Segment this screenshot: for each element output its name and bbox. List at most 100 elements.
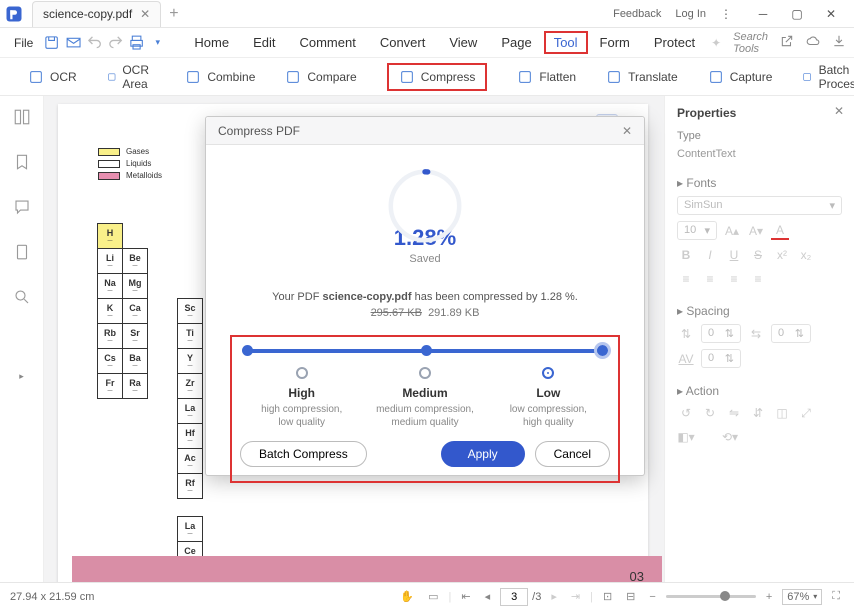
option-low[interactable]: Lowlow compression,high quality <box>487 367 610 429</box>
redo-icon[interactable] <box>107 32 124 54</box>
tab-close-icon[interactable]: ✕ <box>140 7 150 21</box>
zoom-value[interactable]: 67%▾ <box>782 589 822 605</box>
crop-icon[interactable]: ◫ <box>773 404 791 422</box>
print-icon[interactable] <box>128 32 145 54</box>
page-input[interactable] <box>500 588 528 606</box>
spacing-3[interactable]: 0⇅ <box>701 349 741 368</box>
saved-label: Saved <box>226 253 624 265</box>
maximize-button[interactable]: ▢ <box>780 0 814 28</box>
next-page-icon[interactable]: ▸ <box>547 590 561 603</box>
tool-compress[interactable]: Compress <box>387 63 488 91</box>
underline-icon[interactable]: U <box>725 246 743 264</box>
menu-tab-protect[interactable]: Protect <box>642 31 707 54</box>
expand-rail-icon[interactable]: ▸ <box>19 371 24 382</box>
status-bar: 27.94 x 21.59 cm ✋ ▭ | ⇤ ◂ /3 ▸ ⇥ | ⊡ ⊟ … <box>0 582 854 610</box>
print-dropdown-icon[interactable]: ▾ <box>149 32 166 54</box>
zoom-out-icon[interactable]: − <box>645 591 659 603</box>
file-menu[interactable]: File <box>8 34 39 52</box>
menu-tab-edit[interactable]: Edit <box>241 31 287 54</box>
tool-batch-process[interactable]: Batch Process <box>802 63 854 91</box>
flip-h-icon[interactable]: ⇋ <box>725 404 743 422</box>
tool-capture[interactable]: Capture <box>708 69 773 85</box>
thumbnails-icon[interactable] <box>13 108 31 129</box>
fit-page-icon[interactable]: ⊟ <box>622 590 639 603</box>
menu-tab-comment[interactable]: Comment <box>287 31 367 54</box>
option-high[interactable]: Highhigh compression,low quality <box>240 367 363 429</box>
close-properties-icon[interactable]: ✕ <box>834 104 844 118</box>
menu-tab-form[interactable]: Form <box>588 31 642 54</box>
batch-compress-button[interactable]: Batch Compress <box>240 441 367 467</box>
dialog-titlebar[interactable]: Compress PDF ✕ <box>206 117 644 145</box>
para-spacing-icon: ⇆ <box>747 325 765 343</box>
spacing-2[interactable]: 0⇅ <box>771 324 811 343</box>
search-icon[interactable] <box>13 288 31 309</box>
kebab-icon[interactable]: ⋮ <box>720 7 732 21</box>
menu-tab-home[interactable]: Home <box>182 31 241 54</box>
mail-icon[interactable] <box>65 32 82 54</box>
last-page-icon[interactable]: ⇥ <box>567 590 584 603</box>
strike-icon[interactable]: S <box>749 246 767 264</box>
undo-icon[interactable] <box>86 32 103 54</box>
italic-icon[interactable]: I <box>701 246 719 264</box>
hand-tool-icon[interactable]: ✋ <box>396 590 418 603</box>
align-justify-icon[interactable]: ≡ <box>749 270 767 288</box>
new-tab-button[interactable]: + <box>169 5 178 23</box>
superscript-icon[interactable]: x² <box>773 246 791 264</box>
search-tools[interactable]: Search Tools <box>733 31 768 55</box>
menu-tab-page[interactable]: Page <box>489 31 543 54</box>
tool-ocr[interactable]: OCR <box>28 69 77 85</box>
subscript-icon[interactable]: x₂ <box>797 246 815 264</box>
spacing-1[interactable]: 0⇅ <box>701 324 741 343</box>
align-center-icon[interactable]: ≡ <box>701 270 719 288</box>
replace-icon[interactable]: ⟲▾ <box>721 428 739 446</box>
font-color-icon[interactable]: A <box>771 222 789 240</box>
decrease-font-icon[interactable]: A▾ <box>747 222 765 240</box>
bookmark-icon[interactable] <box>13 153 31 174</box>
login-link[interactable]: Log In <box>675 8 706 20</box>
dialog-close-icon[interactable]: ✕ <box>622 124 632 138</box>
cancel-button[interactable]: Cancel <box>535 441 610 467</box>
rotate-left-icon[interactable]: ↺ <box>677 404 695 422</box>
opacity-icon[interactable]: ◧▾ <box>677 428 695 446</box>
menu-tab-tool[interactable]: Tool <box>544 31 588 54</box>
page-number: /3 <box>500 588 541 606</box>
option-medium[interactable]: Mediummedium compression,medium quality <box>363 367 486 429</box>
tab-title: science-copy.pdf <box>43 7 132 21</box>
select-tool-icon[interactable]: ▭ <box>424 590 442 603</box>
align-left-icon[interactable]: ≡ <box>677 270 695 288</box>
fit-width-icon[interactable]: ⊡ <box>599 590 616 603</box>
font-size[interactable]: 10▾ <box>677 221 717 240</box>
tool-compare[interactable]: Compare <box>285 69 356 85</box>
cloud-icon[interactable] <box>806 34 820 51</box>
apply-button[interactable]: Apply <box>441 441 525 467</box>
align-right-icon[interactable]: ≡ <box>725 270 743 288</box>
feedback-link[interactable]: Feedback <box>613 8 661 20</box>
flip-v-icon[interactable]: ⇵ <box>749 404 767 422</box>
quality-slider[interactable] <box>244 349 606 353</box>
font-select[interactable]: SimSun▾ <box>677 196 842 215</box>
menu-tab-view[interactable]: View <box>437 31 489 54</box>
increase-font-icon[interactable]: A▴ <box>723 222 741 240</box>
attachment-icon[interactable] <box>13 243 31 264</box>
export-icon[interactable] <box>832 34 846 51</box>
first-page-icon[interactable]: ⇤ <box>457 590 474 603</box>
char-spacing-icon: AV <box>677 350 695 368</box>
minimize-button[interactable]: ─ <box>746 0 780 28</box>
fullscreen-icon[interactable]: ⛶ <box>828 590 844 603</box>
document-tab[interactable]: science-copy.pdf ✕ <box>32 1 161 27</box>
bold-icon[interactable]: B <box>677 246 695 264</box>
tool-combine[interactable]: Combine <box>185 69 255 85</box>
rotate-right-icon[interactable]: ↻ <box>701 404 719 422</box>
share-icon[interactable] <box>780 34 794 51</box>
comment-icon[interactable] <box>13 198 31 219</box>
tool-translate[interactable]: Translate <box>606 69 678 85</box>
save-icon[interactable] <box>43 32 60 54</box>
prev-page-icon[interactable]: ◂ <box>481 590 495 603</box>
tool-ocr-area[interactable]: OCR Area <box>107 63 156 91</box>
close-window-button[interactable]: ✕ <box>814 0 848 28</box>
tool-flatten[interactable]: Flatten <box>517 69 576 85</box>
zoom-slider[interactable] <box>666 595 756 598</box>
zoom-in-icon[interactable]: + <box>762 591 776 603</box>
extract-icon[interactable]: ⤢ <box>797 404 815 422</box>
menu-tab-convert[interactable]: Convert <box>368 31 438 54</box>
